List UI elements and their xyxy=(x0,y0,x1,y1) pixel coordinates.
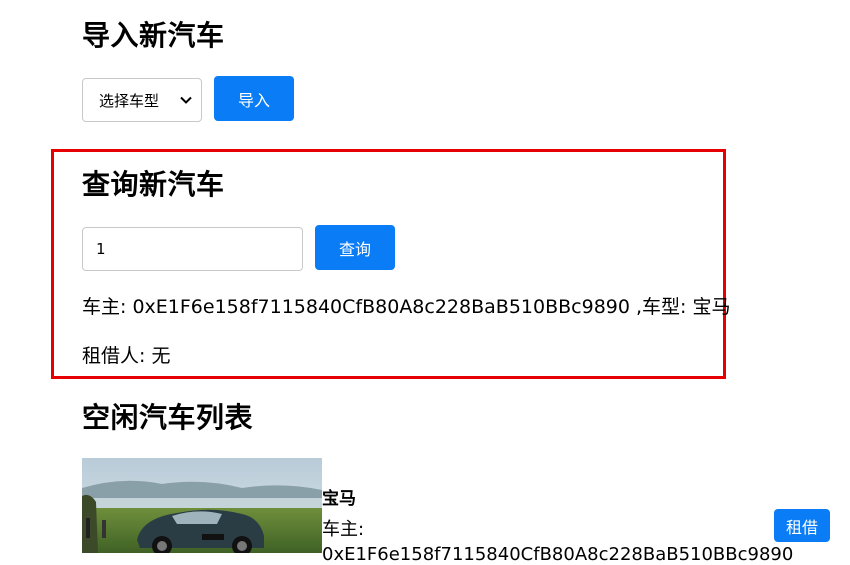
car-model: 宝马 xyxy=(322,489,356,509)
car-owner-label: 车主: xyxy=(322,519,365,540)
idle-cars-heading: 空闲汽车列表 xyxy=(82,401,254,434)
import-heading: 导入新汽车 xyxy=(82,19,225,52)
query-result-renter: 租借人: 无 xyxy=(82,345,171,367)
car-type-select-value: 选择车型 xyxy=(99,91,160,110)
query-heading: 查询新汽车 xyxy=(82,168,225,201)
car-image xyxy=(82,458,322,553)
query-button[interactable]: 查询 xyxy=(315,225,395,270)
import-button[interactable]: 导入 xyxy=(214,76,294,121)
query-result-owner-model: 车主: 0xE1F6e158f7115840CfB80A8c228BaB510B… xyxy=(82,296,731,318)
chevron-down-icon xyxy=(180,96,192,104)
rent-button[interactable]: 租借 xyxy=(774,509,830,542)
car-id-input[interactable] xyxy=(82,227,303,271)
car-owner-address: 0xE1F6e158f7115840CfB80A8c228BaB510BBc98… xyxy=(322,544,794,565)
car-type-select[interactable]: 选择车型 xyxy=(82,78,202,122)
